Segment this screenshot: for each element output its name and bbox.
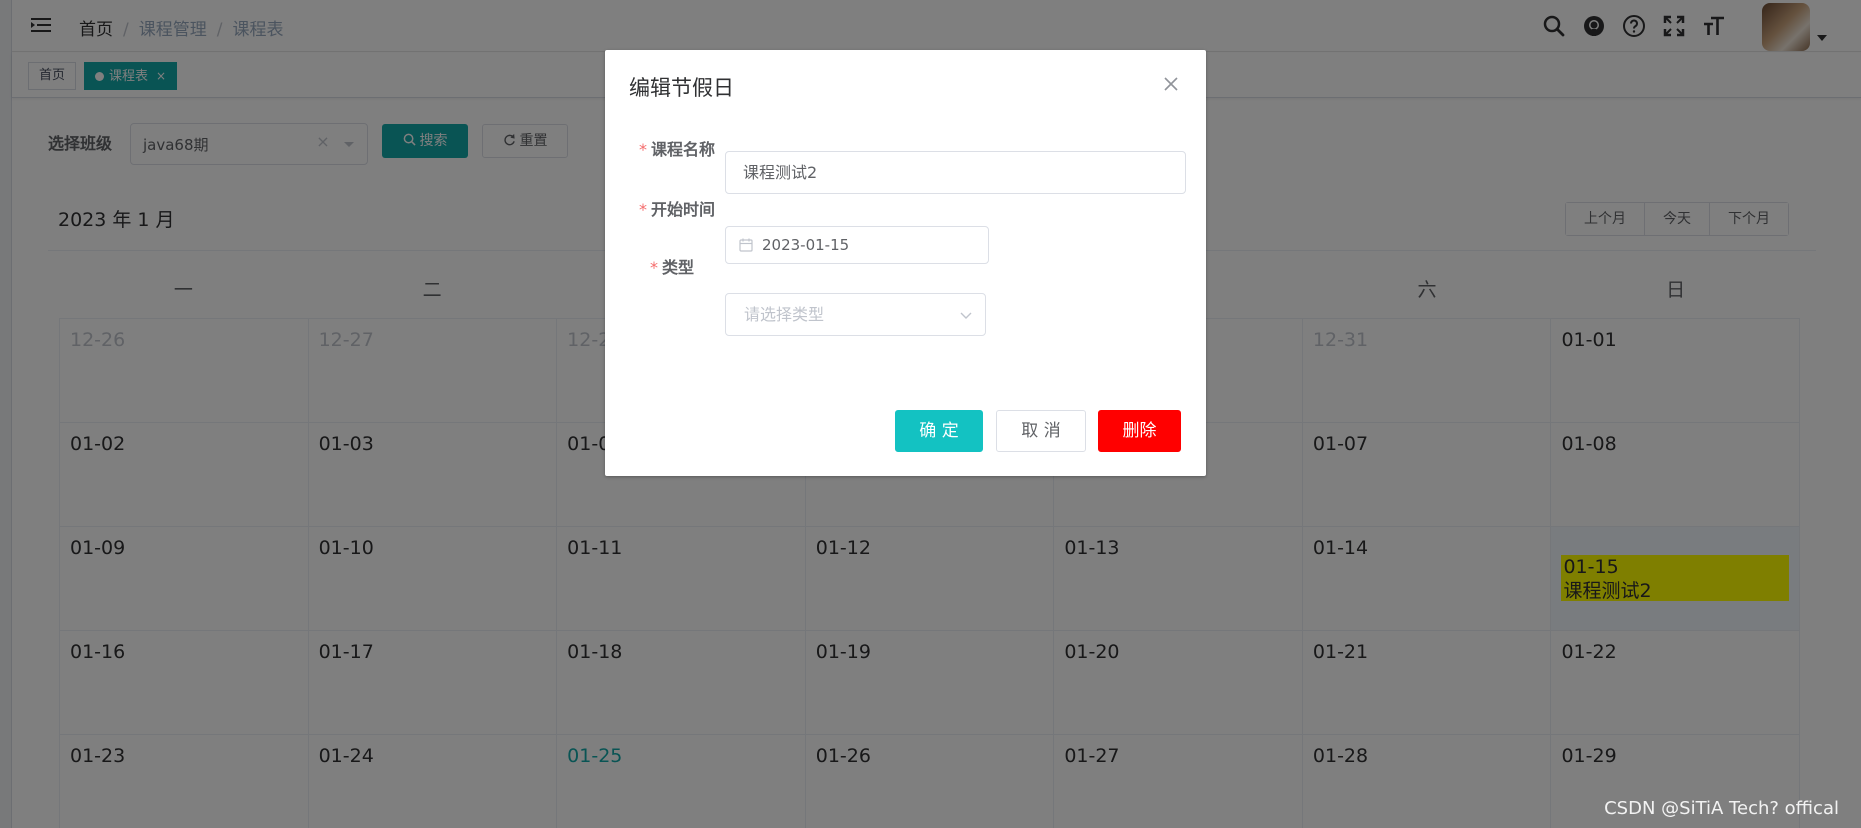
calendar-icon xyxy=(739,238,753,252)
cancel-button[interactable]: 取 消 xyxy=(996,410,1086,452)
close-icon[interactable] xyxy=(1161,74,1181,94)
type-select[interactable]: 请选择类型 xyxy=(725,293,986,336)
dialog-title: 编辑节假日 xyxy=(629,76,734,100)
start-date-picker[interactable]: 2023-01-15 xyxy=(725,226,989,264)
watermark: CSDN @SiTiA Tech? offical xyxy=(1604,798,1839,819)
start-date-value: 2023-01-15 xyxy=(762,236,850,254)
edit-holiday-dialog: 编辑节假日 * 课程名称 课程测试2 * 开始时间 2023-01-15 * 类型 请… xyxy=(605,50,1206,476)
course-name-label: * 课程名称 xyxy=(638,140,715,159)
start-time-label: * 开始时间 xyxy=(638,200,715,219)
type-select-placeholder: 请选择类型 xyxy=(744,305,825,324)
type-label: * 类型 xyxy=(649,258,694,277)
confirm-button[interactable]: 确 定 xyxy=(895,410,983,452)
course-name-input[interactable]: 课程测试2 xyxy=(725,151,1186,194)
delete-button[interactable]: 删除 xyxy=(1098,410,1181,452)
chevron-down-icon xyxy=(960,312,972,319)
